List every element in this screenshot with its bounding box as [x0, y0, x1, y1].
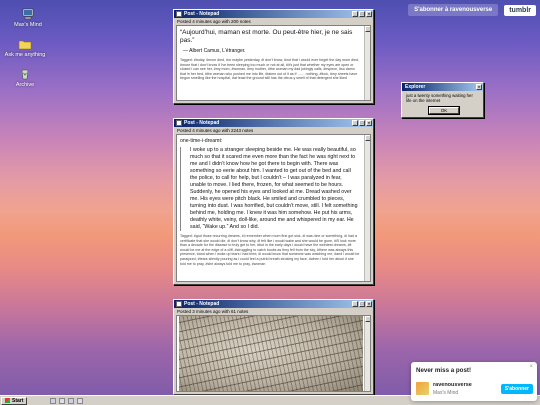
folder-icon — [18, 40, 32, 50]
vertical-scrollbar[interactable] — [364, 135, 370, 281]
minimize-icon[interactable]: _ — [352, 11, 358, 17]
post-tags: Tagged: #today, #mom died, #or maybe yes… — [180, 58, 359, 81]
close-icon[interactable]: × — [366, 120, 372, 126]
post-quote-source: — Albert Camus, L’étranger. — [183, 48, 246, 54]
mail-icon[interactable] — [68, 397, 75, 404]
top-bar: S'abonner à ravenousverse tumblr — [408, 4, 536, 16]
close-icon[interactable]: × — [366, 11, 372, 17]
dialog-titlebar[interactable]: Explorer × — [402, 83, 483, 91]
recycle-bin-icon — [21, 69, 29, 80]
windows-logo-icon — [5, 398, 10, 403]
subscribe-promo-card: Never miss a post! × ravenousverse Max's… — [411, 362, 537, 401]
window-titlebar[interactable]: Post - Notepad _ □ × — [174, 300, 373, 308]
promo-title: Never miss a post! — [416, 367, 472, 374]
post-content: “Aujourd’hui, maman est morte. Ou peut-ê… — [176, 25, 371, 101]
desktop-icon-maxs-mind[interactable]: Max's Mind — [0, 8, 56, 28]
subscribe-button[interactable]: S'abonner à ravenousverse — [408, 4, 499, 16]
maximize-icon[interactable]: □ — [359, 11, 365, 17]
close-icon[interactable]: × — [529, 364, 533, 370]
computer-icon — [22, 8, 34, 20]
window-title: Post - Notepad — [184, 120, 220, 126]
desktop-icon[interactable] — [59, 397, 66, 404]
desktop-icon-label: Ask me anything — [4, 52, 46, 58]
promo-subscribe-button[interactable]: S'abonner — [500, 384, 533, 394]
vertical-scrollbar[interactable] — [364, 316, 370, 391]
tumblr-logo[interactable]: tumblr — [504, 4, 536, 16]
avatar[interactable] — [416, 382, 429, 395]
close-icon[interactable]: × — [476, 84, 482, 90]
start-label: Start — [12, 397, 24, 404]
explorer-dialog[interactable]: Explorer × just a twenty something waiti… — [401, 82, 484, 118]
scroll-up-icon[interactable] — [365, 316, 370, 322]
promo-blog-subtitle: Max's Mind — [433, 390, 459, 396]
maximize-icon[interactable]: □ — [359, 120, 365, 126]
desktop-icon-label: Max's Mind — [14, 22, 42, 28]
window-titlebar[interactable]: Post - Notepad _ □ × — [174, 119, 373, 127]
post-meta: Posted 4 minutes ago with 2243 notes — [174, 127, 373, 134]
ok-button[interactable]: OK — [428, 106, 460, 115]
notepad-icon — [176, 301, 182, 307]
post-content — [176, 315, 371, 392]
start-button[interactable]: Start — [1, 396, 28, 405]
maximize-icon[interactable]: □ — [359, 301, 365, 307]
notepad-window-2[interactable]: Post - Notepad _ □ × Posted 4 minutes ag… — [173, 118, 374, 285]
post-quote: “Aujourd’hui, maman est morte. Ou peut-ê… — [180, 29, 353, 44]
post-body: I woke up to a stranger sleeping beside … — [180, 147, 358, 231]
minimize-icon[interactable]: _ — [352, 301, 358, 307]
close-icon[interactable]: × — [366, 301, 372, 307]
promo-blog-name[interactable]: ravenousverse — [433, 382, 472, 388]
post-tags: Tagged: #god those recurring dreams, #i … — [180, 234, 360, 266]
notepad-window-1[interactable]: Post - Notepad _ □ × Posted 4 minutes ag… — [173, 9, 374, 104]
notepad-window-3[interactable]: Post - Notepad _ □ × Posted 3 minutes ag… — [173, 299, 374, 395]
window-title: Post - Notepad — [184, 11, 220, 17]
vertical-scrollbar[interactable] — [364, 26, 370, 100]
scroll-up-icon[interactable] — [365, 135, 370, 141]
minimize-icon[interactable]: _ — [352, 120, 358, 126]
desktop-icon-archive[interactable]: Archive — [0, 68, 53, 88]
sheet-music-image — [179, 316, 363, 391]
post-meta: Posted 3 minutes ago with 61 notes — [174, 308, 373, 315]
media-icon[interactable] — [77, 397, 84, 404]
post-content: one-time-i-dreamt: I woke up to a strang… — [176, 134, 371, 282]
notepad-icon — [176, 11, 182, 17]
desktop-icon-ask[interactable]: Ask me anything — [0, 38, 53, 58]
window-title: Post - Notepad — [184, 301, 220, 307]
desktop-icon-label: Archive — [15, 82, 35, 88]
post-heading: one-time-i-dreamt: — [180, 138, 223, 144]
dialog-title: Explorer — [405, 84, 426, 90]
notepad-icon — [176, 120, 182, 126]
scroll-up-icon[interactable] — [365, 26, 370, 32]
post-meta: Posted 4 minutes ago with 200 notes — [174, 18, 373, 25]
dialog-message: just a twenty something waiting her life… — [406, 93, 473, 104]
window-titlebar[interactable]: Post - Notepad _ □ × — [174, 10, 373, 18]
ie-icon[interactable] — [50, 397, 57, 404]
